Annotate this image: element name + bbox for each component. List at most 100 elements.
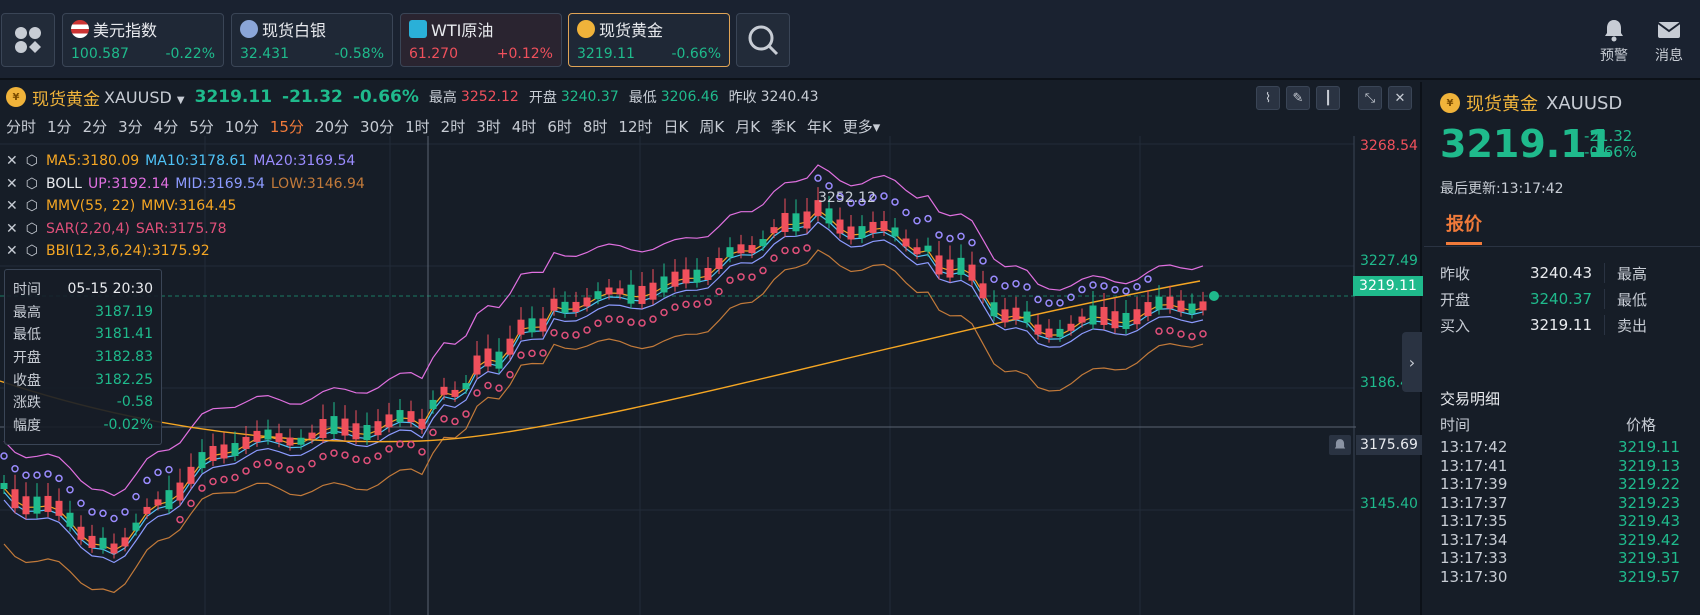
period-8[interactable]: 20分 xyxy=(315,116,349,137)
trade-detail-title: 交易明细 xyxy=(1440,390,1501,408)
settings-hex-icon[interactable]: ⬡ xyxy=(26,153,38,169)
candle-body xyxy=(473,355,481,375)
sar-dot xyxy=(1001,282,1009,290)
trade-row: 13:17:30 3219.57 xyxy=(1440,568,1680,588)
sar-dot xyxy=(11,464,19,473)
trade-price: 3219.43 xyxy=(1617,512,1680,530)
period-15[interactable]: 8时 xyxy=(583,116,608,137)
period-22[interactable]: 更多▾ xyxy=(843,116,881,137)
header-change-pct: -0.66% xyxy=(352,87,419,107)
candle-body xyxy=(1144,302,1152,317)
sar-dot xyxy=(803,244,811,252)
period-1[interactable]: 1分 xyxy=(47,116,72,137)
period-6[interactable]: 10分 xyxy=(225,116,259,137)
candle-body xyxy=(0,483,8,489)
collapse-icon[interactable]: ⤡ xyxy=(1358,86,1382,110)
period-3[interactable]: 3分 xyxy=(118,116,143,137)
sar-dot xyxy=(781,246,789,255)
alert-label: 预警 xyxy=(1600,48,1628,64)
period-9[interactable]: 30分 xyxy=(360,116,394,137)
sar-dot xyxy=(649,315,657,323)
indicator-value: SAR(2,20,4) xyxy=(45,220,130,237)
sar-dot xyxy=(429,428,437,437)
settings-hex-icon[interactable]: ⬡ xyxy=(26,176,38,192)
period-12[interactable]: 3时 xyxy=(476,116,501,137)
period-5[interactable]: 5分 xyxy=(189,116,214,137)
sar-dot xyxy=(176,515,184,524)
high-value: 3252.12 xyxy=(460,89,519,105)
period-2[interactable]: 2分 xyxy=(83,116,108,137)
tooltip-open-label: 开盘 xyxy=(13,350,41,367)
sar-dot xyxy=(143,476,151,485)
candle-type-icon[interactable]: ┃ xyxy=(1316,86,1340,110)
high-label: 最高 xyxy=(428,90,457,106)
close-icon[interactable]: ✕ xyxy=(6,243,18,259)
sar-dot xyxy=(671,303,679,311)
sar-dot xyxy=(165,465,173,474)
period-10[interactable]: 1时 xyxy=(405,116,430,137)
candle-body xyxy=(913,247,921,255)
divider xyxy=(1604,289,1605,309)
close-icon[interactable]: ✕ xyxy=(6,198,18,214)
tab-quote[interactable]: 报价 xyxy=(1446,210,1482,245)
sar-dot xyxy=(451,417,459,426)
period-14[interactable]: 6时 xyxy=(547,116,572,137)
sar-dot xyxy=(330,449,338,457)
indicator-value: MID:3169.54 xyxy=(175,175,265,192)
quote-symbol: XAUUSD xyxy=(1546,92,1623,114)
search-button[interactable] xyxy=(736,13,790,67)
top-bar: 美元指数 100.587 -0.22% 现货白银 32.431 -0.58% WTI… xyxy=(0,0,1700,80)
period-0[interactable]: 分时 xyxy=(6,116,36,137)
ticker-wti-oil[interactable]: WTI原油 61.270 +0.12% xyxy=(400,13,562,67)
settings-hex-icon[interactable]: ⬡ xyxy=(26,198,38,214)
period-21[interactable]: 年K xyxy=(807,116,832,137)
period-7[interactable]: 15分 xyxy=(270,116,304,137)
mmv-line xyxy=(0,280,1201,443)
app-grid-button[interactable] xyxy=(1,13,55,67)
indicator-row: ✕ ⬡ MA5:3180.09 MA10:3178.61 MA20:3169.54 xyxy=(6,150,371,173)
sar-dot xyxy=(264,458,272,467)
alert-button[interactable]: 预警 xyxy=(1600,18,1628,65)
expand-panel-button[interactable]: › xyxy=(1402,332,1422,392)
price-alert-bell[interactable] xyxy=(1329,435,1351,455)
draw-pen-icon[interactable]: ✎ xyxy=(1286,86,1310,110)
trade-row: 13:17:33 3219.31 xyxy=(1440,549,1680,569)
period-13[interactable]: 4时 xyxy=(512,116,537,137)
candle-body xyxy=(1199,301,1207,311)
ticker-usd-index[interactable]: 美元指数 100.587 -0.22% xyxy=(62,13,224,67)
period-11[interactable]: 2时 xyxy=(441,116,466,137)
low-label: 最低 xyxy=(628,90,657,106)
candle-body xyxy=(462,383,470,390)
close-icon[interactable]: ✕ xyxy=(1388,86,1412,110)
settings-hex-icon[interactable]: ⬡ xyxy=(26,243,38,259)
quote-header: ¥ 现货黄金 XAUUSD xyxy=(1440,90,1622,116)
candle-body xyxy=(671,271,679,287)
indicator-icon[interactable]: ⌇ xyxy=(1256,86,1280,110)
last-updated: 最后更新:13:17:42 xyxy=(1440,181,1564,197)
close-icon[interactable]: ✕ xyxy=(6,176,18,192)
message-button[interactable]: 消息 xyxy=(1655,18,1683,65)
period-16[interactable]: 12时 xyxy=(618,116,652,137)
candle-body xyxy=(187,466,195,484)
ticker-name: WTI原油 xyxy=(431,21,494,40)
trade-price: 3219.42 xyxy=(1617,530,1680,549)
quote-key: 昨收 xyxy=(1440,264,1471,283)
period-20[interactable]: 季K xyxy=(771,116,796,137)
tooltip-open: 3182.83 xyxy=(95,349,153,366)
candle-body xyxy=(682,269,690,284)
candle-body xyxy=(176,482,184,501)
ticker-gold[interactable]: 现货黄金 3219.11 -0.66% xyxy=(568,13,730,67)
close-icon[interactable]: ✕ xyxy=(6,221,18,237)
candle-body xyxy=(957,257,965,275)
period-19[interactable]: 月K xyxy=(735,116,760,137)
symbol-dropdown[interactable]: XAUUSD ▼ xyxy=(104,88,185,107)
settings-hex-icon[interactable]: ⬡ xyxy=(26,221,38,237)
period-18[interactable]: 周K xyxy=(699,116,724,137)
ticker-silver[interactable]: 现货白银 32.431 -0.58% xyxy=(231,13,393,67)
candle-body xyxy=(297,437,305,445)
period-4[interactable]: 4分 xyxy=(154,116,179,137)
candle-body xyxy=(935,255,943,275)
period-17[interactable]: 日K xyxy=(664,116,689,137)
close-icon[interactable]: ✕ xyxy=(6,153,18,169)
candle-body xyxy=(594,291,602,300)
